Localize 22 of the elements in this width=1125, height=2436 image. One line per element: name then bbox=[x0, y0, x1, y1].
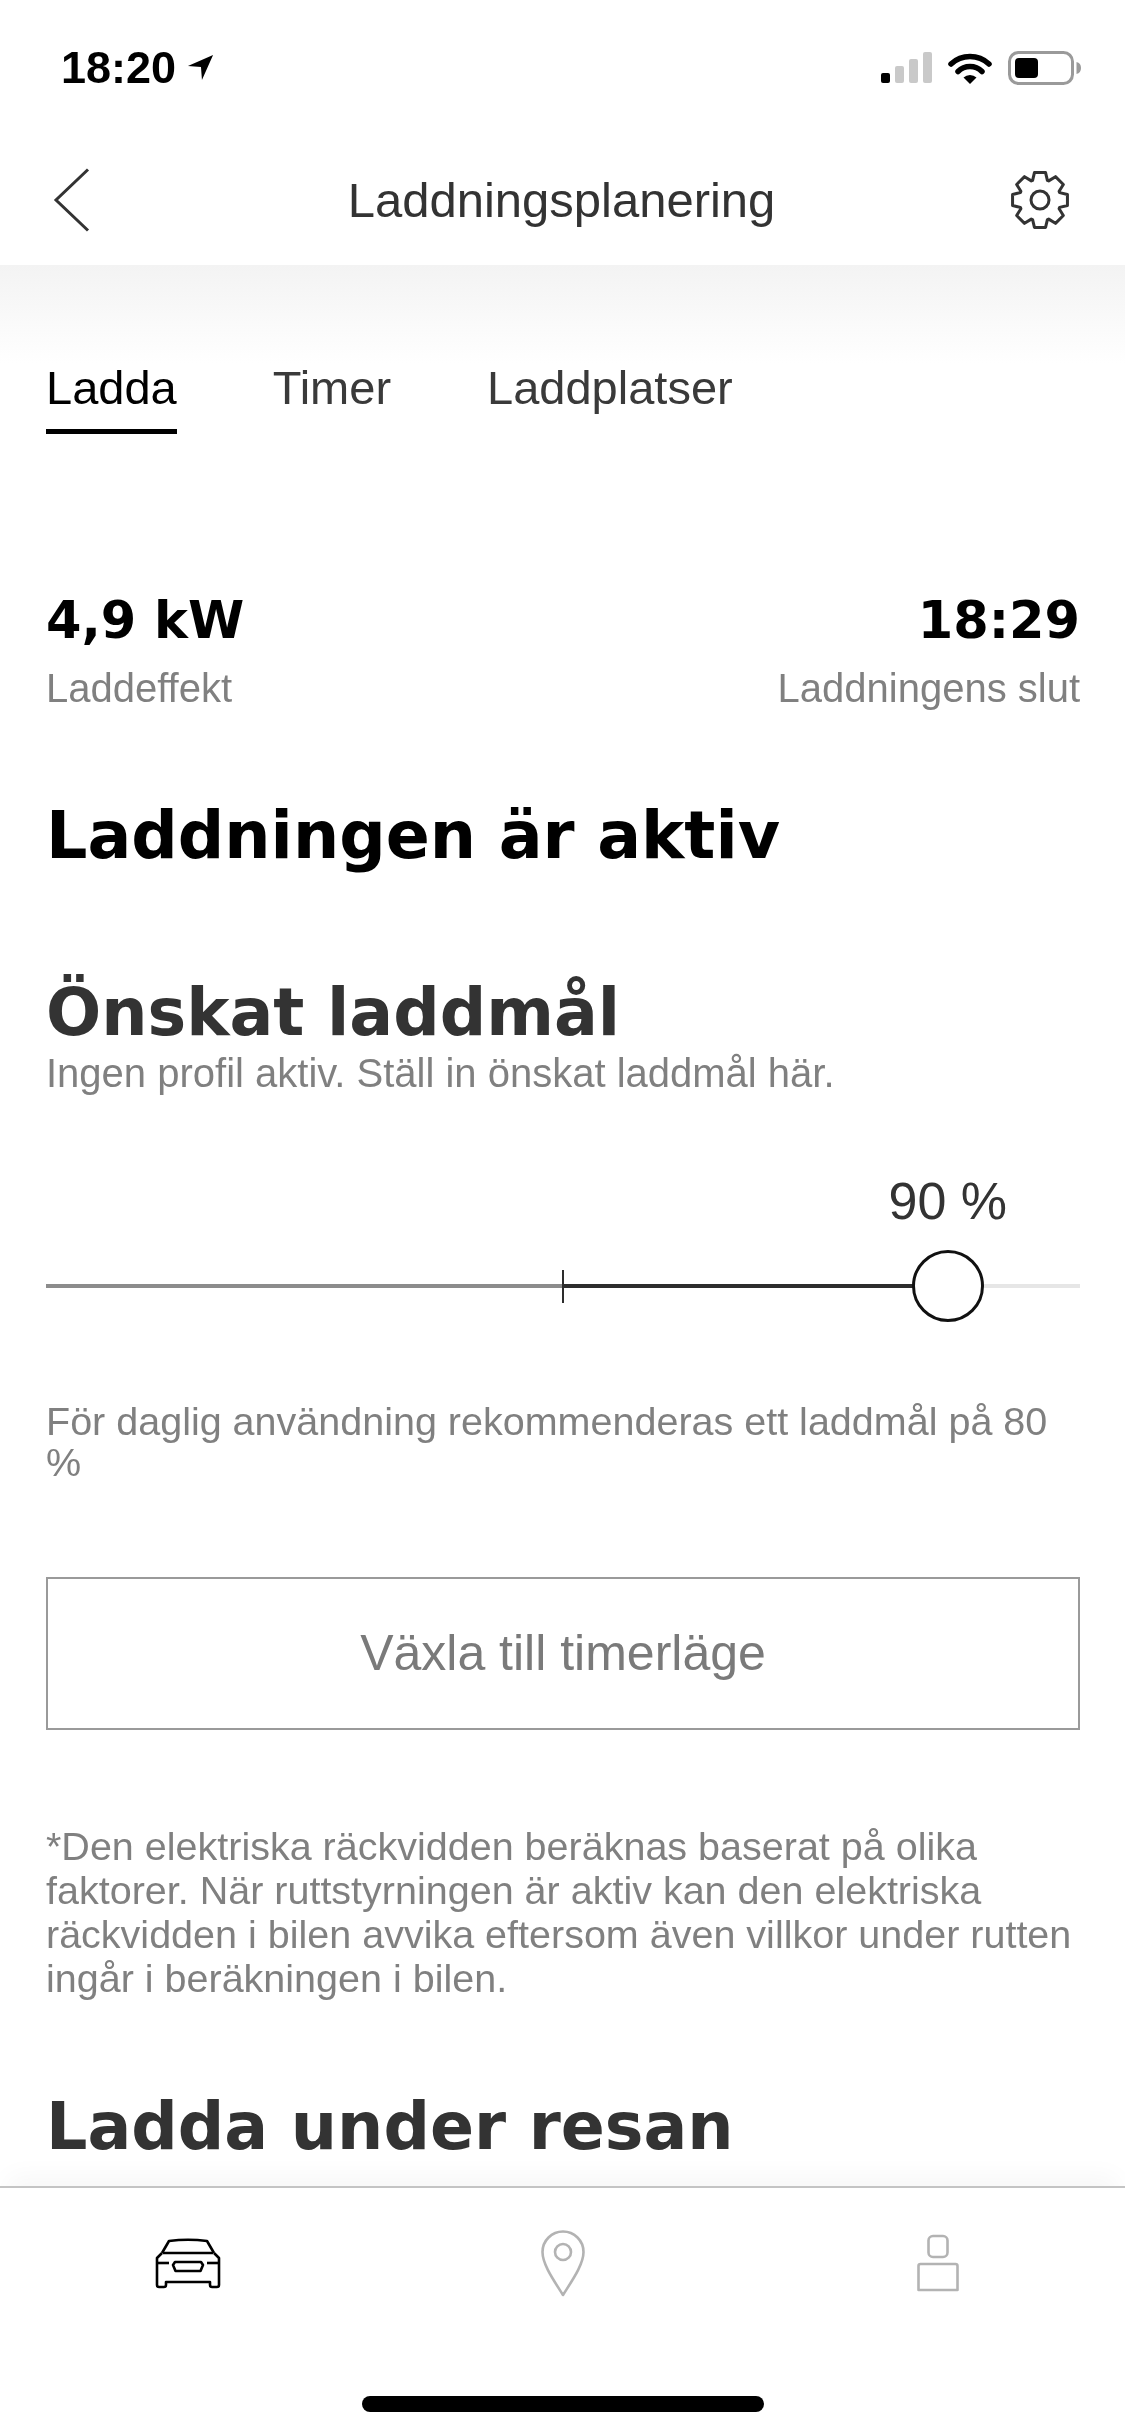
tab[interactable]: Ladda bbox=[46, 364, 177, 434]
battery-icon bbox=[1008, 50, 1082, 85]
settings-icon[interactable] bbox=[1010, 170, 1070, 230]
status-heading: Laddningen är aktiv bbox=[46, 798, 782, 874]
timer-mode-button[interactable]: Växla till timerläge bbox=[46, 1577, 1080, 1730]
status-time: 18:20 bbox=[61, 45, 177, 90]
slider-value: 90 % bbox=[888, 1173, 1008, 1229]
stat-label: Laddningens slut bbox=[777, 665, 1080, 711]
tab[interactable]: Laddplatser bbox=[487, 364, 733, 434]
tab[interactable]: Timer bbox=[272, 364, 392, 434]
stat-value: 18:29 bbox=[916, 591, 1080, 651]
back-icon[interactable] bbox=[53, 168, 90, 232]
footnote-text: *Den elektriska räckvidden beräknas baserat på olika faktorer. När ruttstyrningen är aktiv kan den elektriska räckvidden i bilen avvika eftersom även villkor under rutten ingår i beräkningen i bilen. bbox=[46, 1824, 1073, 2000]
section-subtitle: Ingen profil aktiv. Ställ in önskat laddmål här. bbox=[46, 1051, 836, 1095]
screen-title: Laddningsplanering bbox=[347, 171, 776, 229]
section-heading: Önskat laddmål bbox=[46, 975, 622, 1051]
section-heading: Ladda under resan bbox=[46, 2089, 735, 2165]
signal-icon bbox=[881, 52, 932, 83]
location-arrow-icon bbox=[186, 53, 216, 82]
recommendation-text: För daglig användning rekommenderas ett laddmål på 80 % bbox=[46, 1401, 1049, 1483]
stat-label: Laddeffekt bbox=[46, 665, 234, 711]
stat-value: 4,9 kW bbox=[46, 591, 245, 651]
